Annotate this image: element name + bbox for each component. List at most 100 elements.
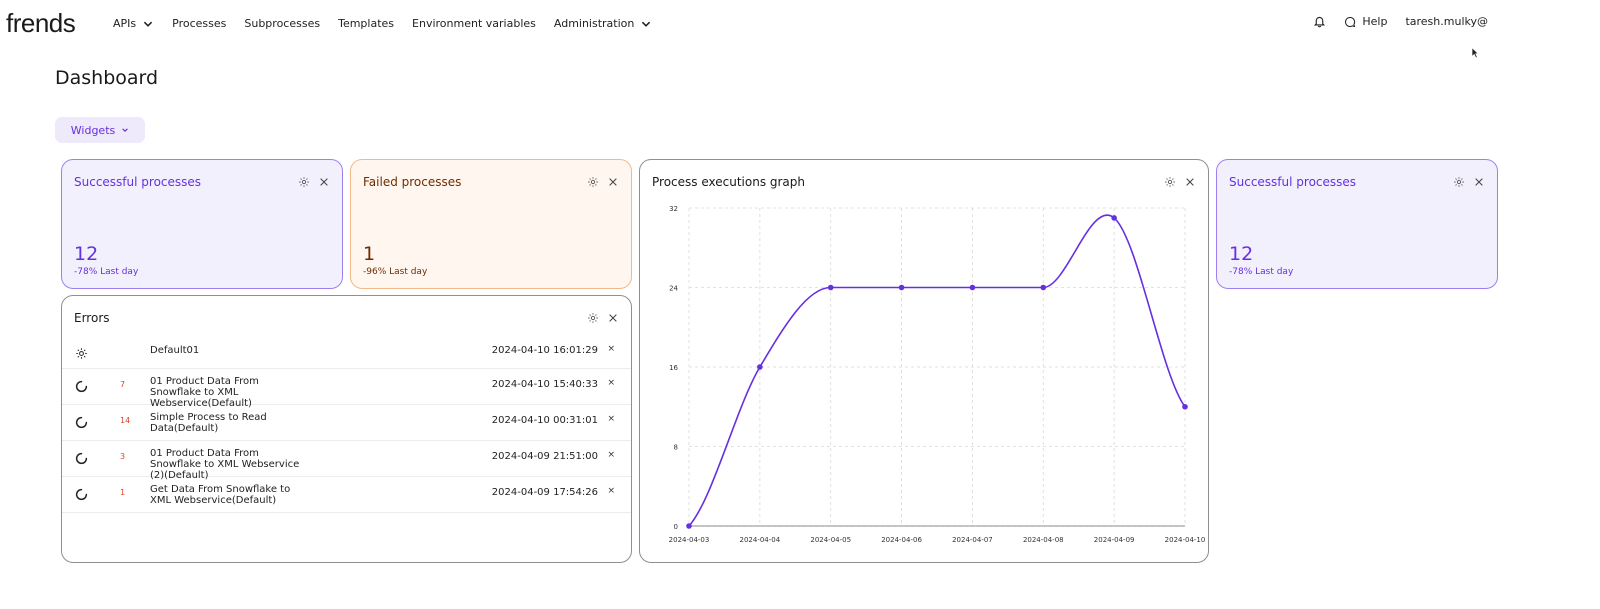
errors-widget: Errors Default01 2024-04-10 16:01:29 × 7 01 …: [61, 295, 632, 563]
widget-tools: [1453, 176, 1485, 188]
error-row[interactable]: Default01 2024-04-10 16:01:29 ×: [62, 337, 631, 369]
close-icon[interactable]: [1184, 176, 1196, 188]
x-tick-label: 2024-04-05: [810, 536, 851, 544]
widgets-label: Widgets: [70, 123, 116, 137]
nav-templates[interactable]: Templates: [338, 17, 394, 30]
stat-change: -78% Last day: [74, 267, 139, 277]
nav-label: Subprocesses: [244, 17, 321, 30]
loading-icon: [75, 416, 88, 429]
series-line: [688, 214, 1186, 527]
stat-value: 1: [363, 243, 376, 265]
gear-icon[interactable]: [298, 176, 310, 188]
nav-right: Help taresh.mulky@: [1313, 15, 1488, 28]
error-timestamp: 2024-04-09 21:51:00: [491, 451, 598, 462]
bell-icon[interactable]: [1313, 15, 1326, 28]
chevron-down-icon: [143, 21, 153, 27]
chevron-down-icon: [642, 21, 651, 27]
error-row[interactable]: 3 01 Product Data From Snowflake to XML W…: [62, 441, 631, 481]
widget-title: Successful processes: [74, 175, 202, 189]
widget-tools: [1164, 176, 1196, 188]
y-tick-label: 32: [669, 205, 678, 213]
stat-change: -78% Last day: [1229, 267, 1294, 277]
user-menu[interactable]: taresh.mulky@: [1405, 15, 1488, 28]
loading-icon: [75, 452, 88, 465]
error-process-name[interactable]: Simple Process to Read Data(Default): [150, 412, 310, 434]
widget-title: Failed processes: [363, 175, 462, 189]
error-count: 3: [120, 452, 126, 461]
data-point: [1111, 215, 1117, 221]
page-title: Dashboard: [55, 67, 159, 89]
executions-line-chart: 0 8 16 24 32 2024-04-03 2024-04-04 2024-04-05 20…: [669, 205, 1206, 544]
failed-processes-widget: Failed processes 1 -96% Last day: [350, 159, 632, 289]
gear-icon[interactable]: [1453, 176, 1465, 188]
close-icon[interactable]: [607, 312, 619, 324]
error-count: 14: [120, 416, 131, 425]
dismiss-error-button[interactable]: ×: [607, 486, 615, 496]
widget-title: Process executions graph: [652, 175, 806, 189]
nav-administration[interactable]: Administration: [554, 17, 653, 30]
dismiss-error-button[interactable]: ×: [607, 450, 615, 460]
error-timestamp: 2024-04-10 15:40:33: [491, 379, 598, 390]
error-count: 7: [120, 380, 126, 389]
loading-icon: [75, 380, 88, 393]
widget-tools: [587, 176, 619, 188]
gear-icon[interactable]: [587, 176, 599, 188]
close-icon[interactable]: [607, 176, 619, 188]
successful-processes-widget-2: Successful processes 12 -78% Last day: [1216, 159, 1498, 289]
nav-links: APIs Processes Subprocesses Templates Enviro…: [113, 17, 652, 30]
error-process-name[interactable]: Get Data From Snowflake to XML Webservic…: [150, 484, 310, 506]
close-icon[interactable]: [318, 176, 330, 188]
nav-label: Processes: [172, 17, 227, 30]
process-executions-graph-widget: Process executions graph 0 8 16 24 32 2024-04…: [639, 159, 1209, 563]
nav-label: Administration: [553, 17, 635, 30]
top-navigation: frends APIs Processes Subprocesses Template…: [0, 0, 1600, 59]
loading-icon: [75, 488, 88, 501]
error-timestamp: 2024-04-10 16:01:29: [491, 345, 598, 356]
gear-icon[interactable]: [1164, 176, 1176, 188]
widget-title: Successful processes: [1229, 175, 1357, 189]
x-tick-label: 2024-04-08: [1023, 536, 1064, 544]
nav-subprocesses[interactable]: Subprocesses: [244, 17, 320, 30]
errors-list: Default01 2024-04-10 16:01:29 × 7 01 Product…: [62, 337, 631, 513]
stat-value: 12: [1229, 243, 1254, 265]
chat-bubble-icon: [1345, 16, 1356, 27]
gear-icon: [76, 348, 87, 359]
y-tick-label: 24: [669, 285, 678, 293]
x-tick-label: 2024-04-06: [881, 536, 922, 544]
dismiss-error-button[interactable]: ×: [607, 344, 615, 354]
chevron-down-icon: [122, 128, 129, 132]
gear-icon[interactable]: [587, 312, 599, 324]
nav-label: Templates: [338, 17, 395, 30]
data-point: [1040, 284, 1047, 291]
stat-change: -96% Last day: [363, 267, 428, 277]
error-row[interactable]: 7 01 Product Data From Snowflake to XML W…: [62, 369, 631, 409]
widgets-dropdown-button[interactable]: Widgets: [55, 117, 145, 143]
frends-logo[interactable]: frends: [6, 8, 76, 39]
data-point: [969, 284, 976, 291]
help-label: Help: [1362, 15, 1388, 28]
x-tick-label: 2024-04-09: [1094, 536, 1135, 544]
y-tick-label: 16: [669, 364, 678, 372]
data-point: [827, 284, 834, 291]
dismiss-error-button[interactable]: ×: [607, 414, 615, 424]
data-point: [898, 284, 905, 291]
error-count: 1: [120, 488, 126, 497]
nav-processes[interactable]: Processes: [172, 17, 226, 30]
error-process-name[interactable]: Default01: [150, 345, 310, 356]
x-tick-label: 2024-04-04: [740, 536, 781, 544]
nav-environment-variables[interactable]: Environment variables: [412, 17, 536, 30]
error-timestamp: 2024-04-09 17:54:26: [491, 487, 598, 498]
x-tick-label: 2024-04-03: [669, 536, 710, 544]
data-point: [757, 364, 763, 370]
error-timestamp: 2024-04-10 00:31:01: [491, 415, 598, 426]
dismiss-error-button[interactable]: ×: [607, 378, 615, 388]
data-point: [1182, 403, 1188, 410]
error-row[interactable]: 14 Simple Process to Read Data(Default) 20…: [62, 405, 631, 441]
close-icon[interactable]: [1473, 176, 1485, 188]
error-row[interactable]: 1 Get Data From Snowflake to XML Webservi…: [62, 477, 631, 513]
help-link[interactable]: Help: [1344, 15, 1387, 28]
successful-processes-widget: Successful processes 12 -78% Last day: [61, 159, 343, 289]
widget-tools: [298, 176, 330, 188]
y-tick-label: 8: [674, 444, 678, 452]
nav-apis[interactable]: APIs: [113, 17, 154, 30]
